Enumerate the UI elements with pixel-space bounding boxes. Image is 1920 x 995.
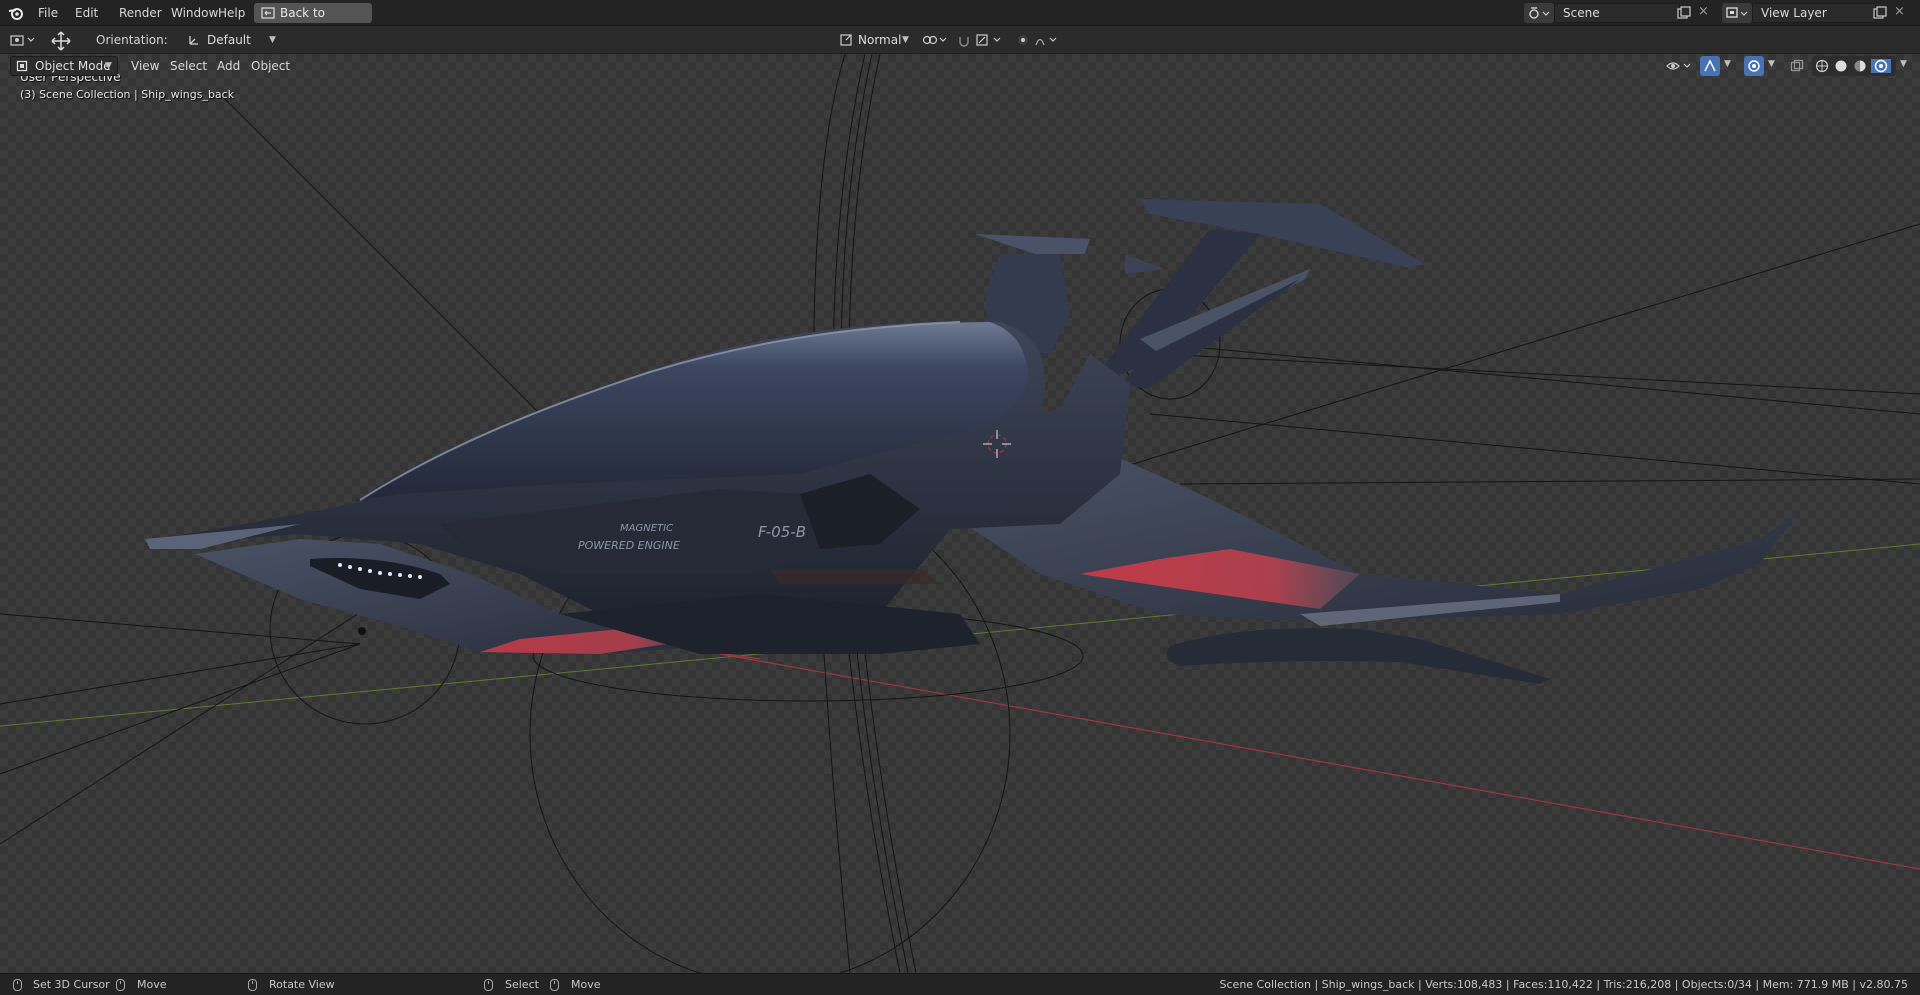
viewport-menu-select[interactable]: Select xyxy=(170,54,207,78)
status-move-2: Move xyxy=(571,978,601,991)
object-mode-label: Object Mode xyxy=(35,59,111,73)
move-tool-icon[interactable] xyxy=(50,30,72,52)
menu-edit[interactable]: Edit xyxy=(70,0,103,26)
scene-statistics: Scene Collection | Ship_wings_back | Ver… xyxy=(1219,978,1908,991)
shading-mode-buttons[interactable] xyxy=(1812,56,1896,76)
status-move: Move xyxy=(137,978,167,991)
viewport-menu-add[interactable]: Add xyxy=(217,54,240,78)
scene-browse-button[interactable] xyxy=(1524,3,1554,23)
visibility-icon[interactable] xyxy=(1666,59,1694,73)
scene-render: MAGNETIC POWERED ENGINE F-05-B xyxy=(0,54,1920,973)
chevron-down-icon: ▼ xyxy=(105,61,112,71)
view-layer-browse-button[interactable] xyxy=(1722,3,1752,23)
shading-icons xyxy=(1815,59,1891,73)
tool-settings-bar: Orientation: Default ▼ Normal ▼ xyxy=(0,26,1920,54)
close-view-layer-icon[interactable]: × xyxy=(1894,4,1905,19)
3d-viewport[interactable]: MAGNETIC POWERED ENGINE F-05-B User Pers… xyxy=(0,54,1920,973)
scene-name-field[interactable]: Scene xyxy=(1554,3,1680,23)
new-scene-icon[interactable] xyxy=(1677,6,1691,20)
mouse-left-icon xyxy=(13,979,22,991)
chevron-down-icon[interactable]: ▼ xyxy=(1900,59,1907,69)
chevron-down-icon[interactable]: ▼ xyxy=(1768,59,1775,69)
status-rotate-view: Rotate View xyxy=(269,978,335,991)
gizmo-icon xyxy=(1704,59,1716,72)
new-view-layer-icon[interactable] xyxy=(1873,6,1887,20)
top-menu-bar: File Edit Render Window Help Back to Pre… xyxy=(0,0,1920,40)
decal-ship-id: F-05-B xyxy=(758,523,806,541)
snap-target-icon[interactable] xyxy=(922,33,950,47)
snap-icon[interactable] xyxy=(957,33,1007,47)
proportional-editing-icon[interactable] xyxy=(1016,33,1064,47)
close-scene-icon[interactable]: × xyxy=(1698,4,1709,19)
object-mode-icon xyxy=(16,60,28,72)
overlay-toggle-button[interactable] xyxy=(1744,56,1764,76)
transform-orientation-icon xyxy=(189,36,198,45)
back-icon xyxy=(261,7,275,19)
status-set-3d-cursor: Set 3D Cursor xyxy=(33,978,110,991)
mouse-right-icon xyxy=(484,979,493,991)
chevron-down-icon: ▼ xyxy=(269,35,276,45)
overlay-icon xyxy=(1748,60,1760,72)
mouse-middle-icon xyxy=(248,979,257,991)
view-layer-name-field[interactable]: View Layer xyxy=(1752,3,1876,23)
decal-powered-engine: POWERED ENGINE xyxy=(578,539,680,552)
menu-file[interactable]: File xyxy=(33,0,63,26)
status-bar: Set 3D Cursor Move Rotate View Select Mo… xyxy=(0,973,1920,995)
blender-logo-icon[interactable] xyxy=(8,5,24,21)
scene-icon xyxy=(1529,7,1550,19)
transform-pivot-icon xyxy=(840,34,852,46)
chevron-down-icon: ▼ xyxy=(902,35,909,45)
mouse-drag-icon xyxy=(116,979,125,991)
menu-render[interactable]: Render xyxy=(114,0,167,26)
orientation-value: Default xyxy=(207,33,251,47)
object-mode-dropdown[interactable]: Object Mode ▼ xyxy=(10,56,118,76)
xray-icon[interactable] xyxy=(1790,59,1804,73)
x-axis-line xyxy=(719,653,1920,870)
chevron-down-icon[interactable]: ▼ xyxy=(1724,59,1731,69)
viewport-menu-object[interactable]: Object xyxy=(251,54,290,78)
menu-help[interactable]: Help xyxy=(213,0,250,26)
back-to-previous-button[interactable]: Back to Previous xyxy=(254,3,372,40)
decal-magnetic: MAGNETIC xyxy=(620,523,673,534)
orientation-label: Orientation: xyxy=(96,33,168,47)
viewport-header: Object Mode ▼ View Select Add Object ▼ ▼ xyxy=(0,54,1920,78)
view-layer-icon xyxy=(1726,7,1748,18)
pivot-point-dropdown[interactable]: Normal ▼ xyxy=(836,30,914,50)
orientation-dropdown[interactable]: Default ▼ xyxy=(183,30,281,50)
editor-type-icon[interactable] xyxy=(10,33,38,47)
mouse-drag-icon xyxy=(550,979,559,991)
viewport-menu-view[interactable]: View xyxy=(131,54,159,78)
spaceship-model xyxy=(145,199,1798,684)
gizmo-toggle-button[interactable] xyxy=(1700,56,1720,76)
pivot-point-value: Normal xyxy=(858,33,902,47)
status-select: Select xyxy=(505,978,539,991)
viewport-collection-info: (3) Scene Collection | Ship_wings_back xyxy=(20,88,235,101)
